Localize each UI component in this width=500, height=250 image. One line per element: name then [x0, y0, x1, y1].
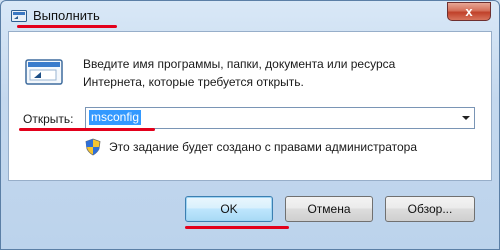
- chevron-down-icon[interactable]: [462, 116, 470, 120]
- instructions-text: Введите имя программы, папки, документа …: [83, 55, 463, 91]
- window-title: Выполнить: [33, 8, 100, 23]
- instructions-line-2: Интернета, которые требуется открыть.: [83, 75, 304, 89]
- run-dialog: Выполнить x Введите имя программы, папки…: [0, 0, 500, 250]
- uac-shield-icon: [85, 138, 101, 156]
- annotation-underline-ok: [185, 226, 289, 229]
- open-label: Открыть:: [23, 112, 74, 126]
- dialog-body: [8, 31, 492, 181]
- browse-button[interactable]: Обзор...: [385, 196, 475, 222]
- cancel-button[interactable]: Отмена: [285, 196, 373, 222]
- close-icon: x: [465, 4, 473, 19]
- run-dialog-icon: [11, 10, 27, 22]
- open-input-value[interactable]: msconfig: [89, 110, 142, 125]
- annotation-underline-open: [19, 128, 155, 131]
- close-button[interactable]: x: [447, 2, 491, 21]
- admin-rights-note: Это задание будет создано с правами адми…: [109, 140, 418, 154]
- open-combobox[interactable]: msconfig: [85, 107, 475, 129]
- run-dialog-icon: [25, 59, 63, 85]
- instructions-line-1: Введите имя программы, папки, документа …: [83, 57, 396, 71]
- annotation-underline-title: [17, 25, 117, 28]
- ok-button[interactable]: OK: [185, 196, 273, 222]
